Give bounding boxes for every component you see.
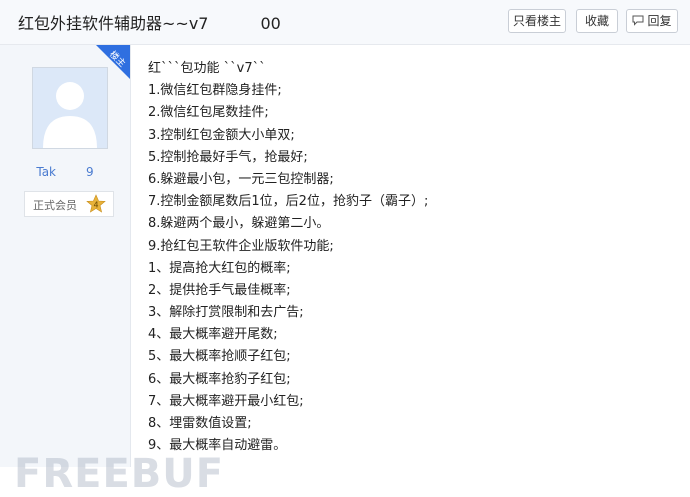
reply-icon: [632, 11, 644, 33]
post-line: 4、最大概率避开尾数;: [148, 327, 278, 343]
username-text: Tak: [36, 165, 56, 179]
post-content: 红`ˋ`包功能 `ˋv7`ˋ 1.微信红包群隐身挂件; 2.微信红包尾数挂件; 3.控…: [148, 58, 678, 457]
post-line: 5.控制抢最好手气，抢最好;: [148, 149, 308, 165]
post-line: 8.躲避两个最小，躲避第二小。: [148, 216, 330, 232]
thread-title-text: 红包外挂软件辅助器~~v7: [18, 14, 209, 33]
post-line: 2.微信红包尾数挂件;: [148, 105, 269, 121]
username-suffix: 9: [86, 165, 94, 179]
rank-label: 正式会员: [33, 199, 77, 212]
post-line: 5、最大概率抢顺子红包;: [148, 349, 291, 365]
post-line: 红`ˋ`包功能 `ˋv7`ˋ: [148, 61, 266, 76]
post-line: 1.微信红包群隐身挂件;: [148, 83, 282, 99]
post-line: 9、最大概率自动避雷。: [148, 438, 287, 454]
avatar[interactable]: [32, 67, 108, 149]
only-owner-label: 只看楼主: [512, 14, 561, 28]
rank-level: 4: [93, 201, 98, 210]
post-line: 6.躲避最小包，一元三包控制器;: [148, 171, 334, 187]
title-redaction: [208, 16, 261, 30]
thread-header: 红包外挂软件辅助器~~v7 00 只看楼主 收藏 回复: [0, 0, 690, 45]
post-line: 9.抢红包王软件企业版软件功能;: [148, 238, 334, 254]
post-line: 3、解除打赏限制和去广告;: [148, 305, 304, 321]
default-avatar-icon: [43, 82, 97, 148]
post-line: 2、提供抢手气最佳概率;: [148, 282, 291, 298]
post-line: 6、最大概率抢豹子红包;: [148, 371, 291, 387]
rank-box: 正式会员 4: [24, 191, 114, 217]
post-line: 3.控制红包金额大小单双;: [148, 127, 295, 143]
reply-button[interactable]: 回复: [626, 9, 678, 33]
author-sidebar: 楼主 Tak 9 正式会员 4 FREEBUF: [0, 45, 223, 497]
freebuf-watermark: FREEBUF: [14, 451, 225, 497]
reply-label: 回复: [647, 14, 672, 28]
favorite-label: 收藏: [584, 14, 609, 28]
only-owner-button[interactable]: 只看楼主: [508, 9, 566, 33]
rank-star-icon: 4: [85, 194, 107, 218]
post-line: 7、最大概率避开最小红包;: [148, 393, 304, 409]
post-line: 1、提高抢大红包的概率;: [148, 260, 291, 276]
post-line: 8、埋雷数值设置;: [148, 416, 252, 431]
post-line: 7.控制金额尾数后1位，后2位，抢豹子（霸子）;: [148, 194, 429, 210]
username[interactable]: Tak 9: [0, 165, 130, 179]
thread-title-suffix: 00: [260, 14, 281, 33]
favorite-button[interactable]: 收藏: [576, 9, 618, 33]
thread-title: 红包外挂软件辅助器~~v7 00: [18, 10, 281, 34]
username-redaction: [56, 165, 86, 177]
